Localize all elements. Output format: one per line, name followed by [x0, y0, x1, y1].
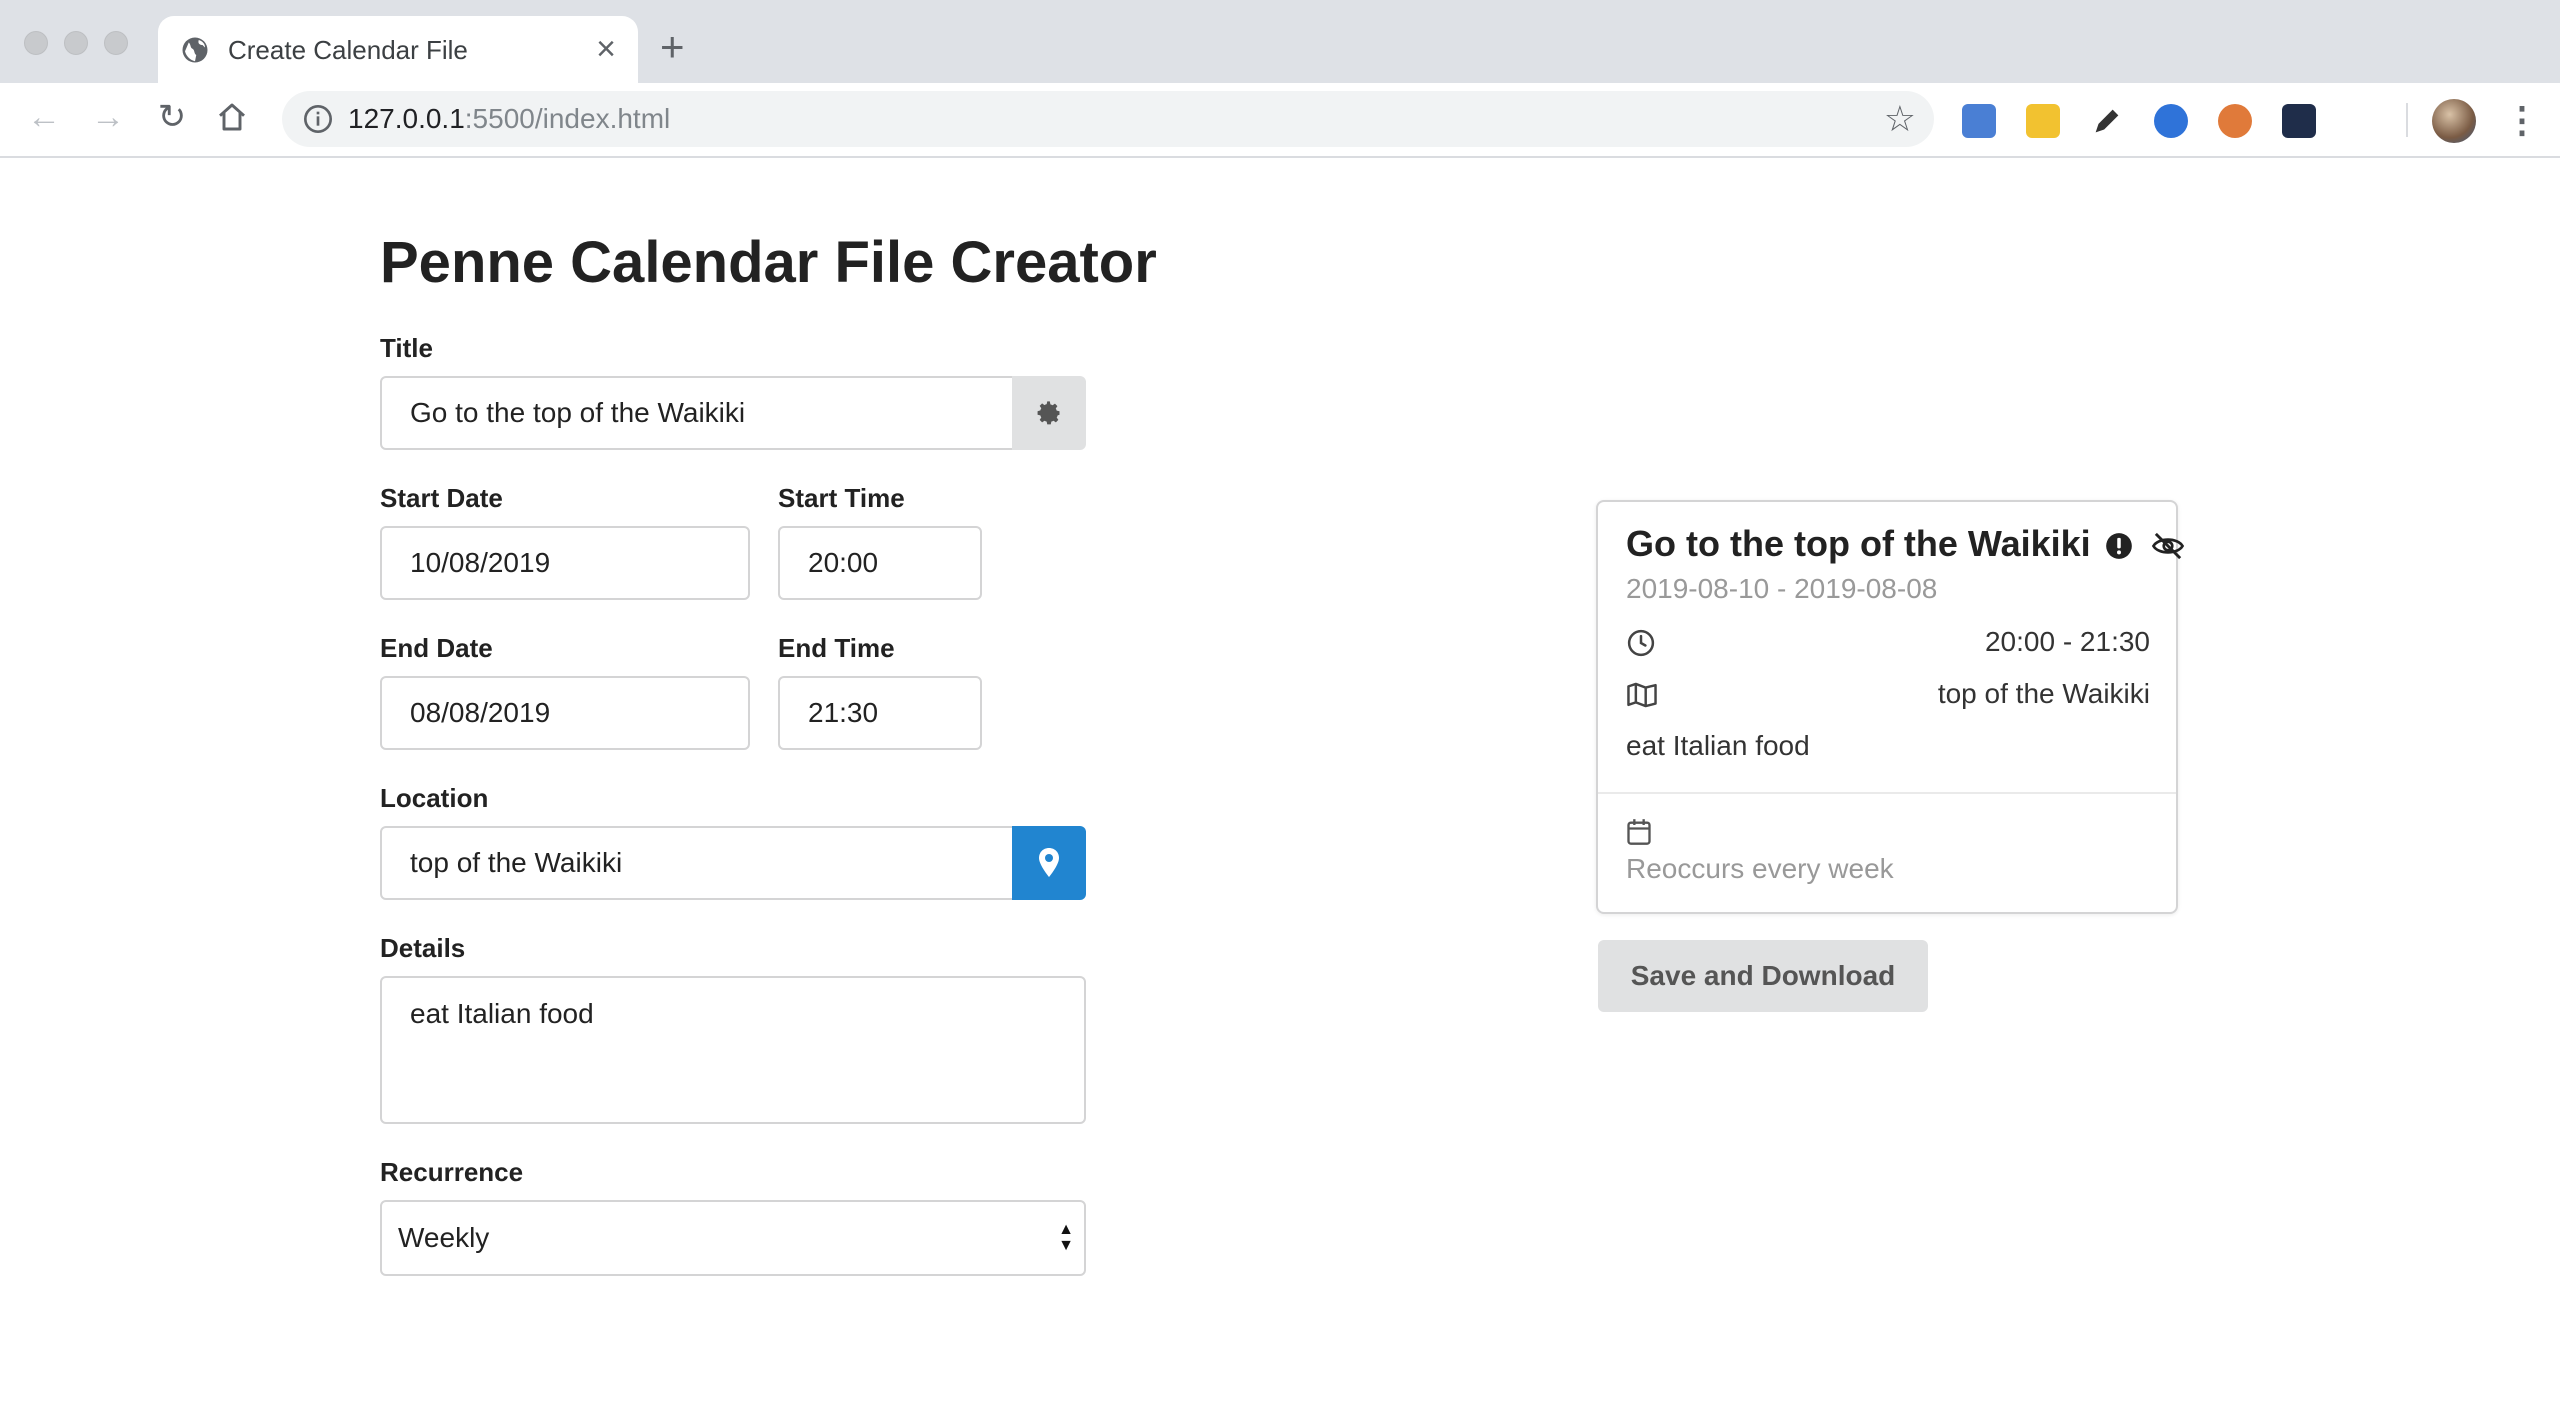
profile-avatar[interactable] [2432, 99, 2476, 143]
toolbar-separator [2406, 103, 2408, 137]
window-maximize-dot[interactable] [104, 31, 128, 55]
preview-title: Go to the top of the Waikiki [1626, 522, 2185, 566]
title-label: Title [380, 333, 433, 363]
preview-time-row: 20:00 - 21:30 [1626, 624, 2150, 660]
preview-time: 20:00 - 21:30 [1984, 626, 2150, 657]
forward-icon[interactable]: → [88, 97, 128, 137]
extension-graduation-cap-icon[interactable] [1962, 104, 1996, 138]
plus-icon[interactable]: + [660, 26, 685, 68]
start-time-label: Start Time [778, 483, 905, 513]
title-input[interactable]: Go to the top of the Waikiki [380, 376, 1014, 450]
back-icon[interactable]: ← [24, 97, 64, 137]
close-icon[interactable]: × [596, 31, 616, 67]
window-close-dot[interactable] [24, 31, 48, 55]
select-arrows-icon: ▲ ▼ [1058, 1221, 1074, 1254]
address-bar[interactable]: 127.0.0.1:5500/index.html ☆ [282, 91, 1934, 147]
settings-button[interactable] [1012, 376, 1086, 450]
clock-icon [1627, 629, 1655, 657]
tab-title: Create Calendar File [228, 35, 468, 65]
browser-tabstrip: Create Calendar File × + [0, 0, 2560, 83]
save-download-button[interactable]: Save and Download [1598, 940, 1928, 1012]
recurrence-label: Recurrence [380, 1157, 524, 1187]
eye-slash-icon[interactable] [2151, 531, 2185, 561]
preview-dates: 2019-08-10 - 2019-08-08 [1626, 573, 1938, 604]
reload-icon[interactable]: ↻ [152, 97, 192, 137]
window-minimize-dot[interactable] [64, 31, 88, 55]
preview-location: top of the Waikiki [1937, 678, 2150, 709]
preview-location-row: top of the Waikiki [1626, 676, 2150, 712]
card-divider [1598, 792, 2176, 794]
recurrence-selected-value: Weekly [398, 1222, 490, 1253]
location-input[interactable]: top of the Waikiki [380, 826, 1014, 900]
menu-icon[interactable]: ⋮ [2504, 100, 2540, 140]
start-date-input[interactable]: 10/08/2019 [380, 526, 750, 600]
map-icon [1627, 682, 1657, 708]
map-marker-icon [1039, 848, 1059, 877]
extension-dark-icon[interactable] [2282, 104, 2316, 138]
info-icon[interactable] [302, 103, 334, 135]
end-time-input[interactable]: 21:30 [778, 676, 982, 750]
end-date-input[interactable]: 08/08/2019 [380, 676, 750, 750]
preview-details: eat Italian food [1626, 730, 1810, 761]
end-date-label: End Date [380, 633, 493, 663]
recurrence-select[interactable]: Weekly ▲ ▼ [380, 1200, 1086, 1276]
start-time-input[interactable]: 20:00 [778, 526, 982, 600]
browser-tab[interactable]: Create Calendar File × [158, 16, 638, 83]
gear-icon [1037, 401, 1060, 425]
event-preview-card: Go to the top of the Waikiki 2019-08-10 … [1596, 500, 2184, 914]
calendar-icon [1627, 819, 1651, 845]
extension-pen-icon[interactable] [2090, 104, 2124, 138]
location-label: Location [380, 783, 489, 813]
extension-search-icon[interactable] [2154, 104, 2188, 138]
extension-avatar-icon[interactable] [2218, 104, 2252, 138]
url-text: 127.0.0.1:5500/index.html [348, 103, 671, 134]
star-icon[interactable]: ☆ [1884, 99, 1916, 139]
extension-r-icon[interactable] [2026, 104, 2060, 138]
location-button[interactable] [1012, 826, 1086, 900]
end-time-label: End Time [778, 633, 895, 663]
home-icon[interactable] [216, 101, 248, 133]
details-label: Details [380, 933, 466, 963]
globe-icon [182, 37, 208, 63]
exclamation-circle-icon[interactable] [2105, 532, 2133, 560]
preview-recurrence: Reoccurs every week [1626, 853, 1894, 884]
start-date-label: Start Date [380, 483, 503, 513]
page-title: Penne Calendar File Creator [380, 230, 1157, 295]
details-textarea[interactable]: eat Italian food [380, 976, 1086, 1124]
